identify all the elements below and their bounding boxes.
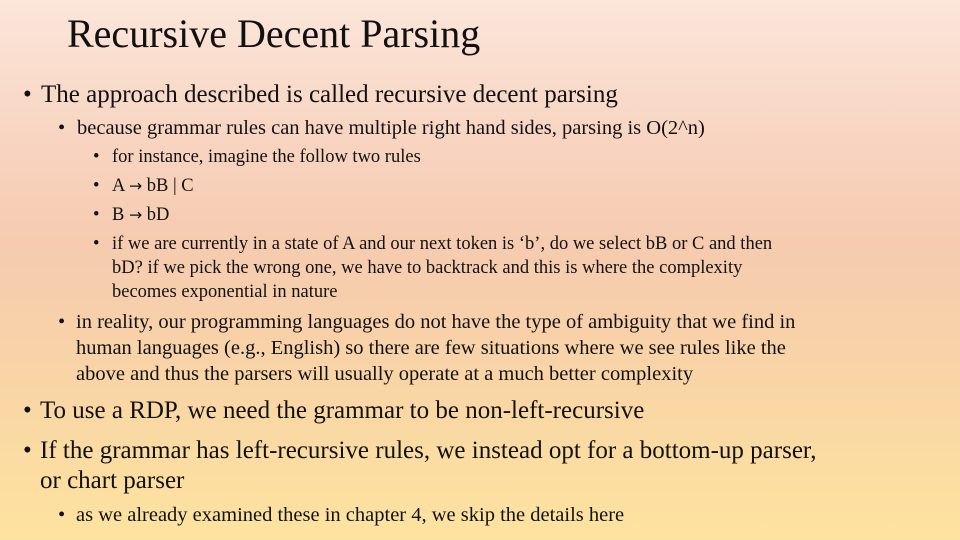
bullet-text: To use a RDP, we need the grammar to be … [40,397,645,424]
bullet-item: • If the grammar has left-recursive rule… [23,436,817,496]
bullet-text: because grammar rules can have multiple … [77,117,705,139]
bullet-item: • if we are currently in a state of A an… [93,232,772,304]
bullet-glyph: • [93,147,100,167]
slide-title: Recursive Decent Parsing [67,11,481,56]
bullet-glyph: • [23,437,32,464]
bullet-item: • To use a RDP, we need the grammar to b… [23,396,644,426]
bullet-glyph: • [58,504,66,526]
bullet-text-line: if we are currently in a state of A and … [112,234,773,254]
bullet-text-line: in reality, our programming languages do… [76,311,796,333]
grammar-rule-a: • A → bB | C [93,174,194,198]
rule-text: B → bD [112,203,169,227]
bullet-text-line: If the grammar has left-recursive rules,… [40,437,817,464]
bullet-text-line: above and thus the parsers will usually … [76,363,694,385]
bullet-glyph: • [58,117,66,139]
bullet-item: • The approach described is called recur… [23,80,618,110]
bullet-glyph: • [93,176,100,196]
rule-lhs: A [112,176,125,196]
bullet-text: as we already examined these in chapter … [76,504,625,526]
bullet-text-line: human languages (e.g., English) so there… [76,337,786,359]
bullet-glyph: • [58,311,66,333]
rule-rhs: bB | C [146,176,194,196]
bullet-glyph: • [23,81,32,108]
arrow-right-icon: → [128,176,143,195]
bullet-item: • in reality, our programming languages … [58,309,795,387]
bullet-text-line: or chart parser [40,467,185,494]
bullet-item: • because grammar rules can have multipl… [58,115,705,141]
rule-text: A → bB | C [112,174,194,198]
bullet-text: The approach described is called recursi… [41,81,618,108]
bullet-item: • for instance, imagine the follow two r… [93,145,421,169]
bullet-glyph: • [93,234,100,254]
grammar-rule-b: • B → bD [93,203,169,227]
bullet-text-line: becomes exponential in nature [112,282,338,302]
bullet-text-line: bD? if we pick the wrong one, we have to… [112,258,743,278]
bullet-glyph: • [23,397,32,424]
arrow-right-icon: → [128,205,143,224]
rule-lhs: B [112,205,125,225]
bullet-item: • as we already examined these in chapte… [58,502,624,528]
bullet-glyph: • [93,205,100,225]
bullet-text: for instance, imagine the follow two rul… [112,147,421,167]
rule-rhs: bD [146,205,170,225]
